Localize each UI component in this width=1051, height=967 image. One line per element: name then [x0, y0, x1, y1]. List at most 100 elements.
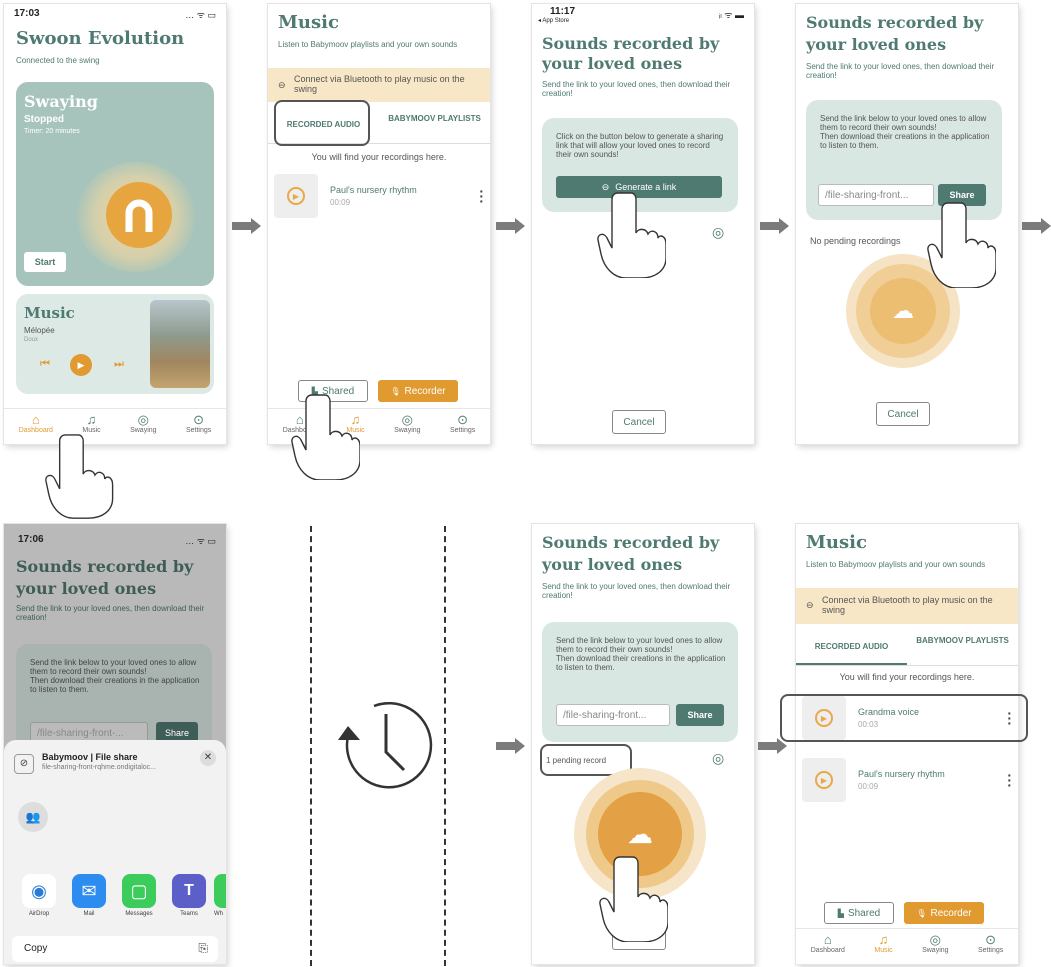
bluetooth-text: Connect via Bluetooth to play music on t… [294, 74, 465, 94]
app-title: Swoon Evolution [16, 28, 185, 49]
tap-hand-icon [291, 394, 360, 480]
next-icon[interactable]: ⏭ [114, 358, 124, 371]
tab-dashboard[interactable]: ⌂ Dashboard [811, 933, 845, 955]
music-card[interactable]: Music Mélopée Doux ⏮ ▶ ⏭ [16, 294, 214, 394]
tab-recorded-audio[interactable]: RECORDED AUDIO [796, 628, 907, 665]
info-panel: Send the link below to your loved ones t… [542, 622, 738, 742]
battery-icon: … ᯤ ▭ [185, 536, 216, 546]
more-icon[interactable]: · · · [1007, 768, 1012, 792]
page-title: Sounds recorded by your loved ones [16, 557, 194, 598]
highlight-box [274, 100, 370, 146]
mic-icon: 🎙 [390, 386, 401, 396]
page-title: Sounds recorded by your loved ones [542, 34, 720, 73]
app-store-back[interactable]: ◂ App Store [538, 17, 569, 24]
tab-swaying[interactable]: ◎ Swaying [394, 412, 420, 435]
shared-button[interactable]: ▙ Shared [824, 902, 894, 924]
music-note-icon: ♫ [86, 412, 97, 427]
flow-arrow [496, 218, 525, 234]
tab-settings[interactable]: ⊙ Settings [449, 413, 476, 435]
app-label: Wh [214, 911, 223, 917]
tab-babymoov-playlists[interactable]: BABYMOOV PLAYLISTS [907, 628, 1018, 665]
contact-avatar[interactable]: 👥 [18, 802, 48, 832]
tab-swaying[interactable]: ◎ Swaying [922, 932, 948, 955]
recorder-button[interactable]: 🎙 Recorder [378, 380, 458, 402]
recording-name: Paul's nursery rhythm [858, 769, 945, 779]
music-card-title: Music [24, 304, 75, 322]
swing-tab-icon: ◎ [137, 412, 149, 427]
file-icon: ▙ [837, 908, 844, 918]
swing-icon [106, 182, 172, 248]
app-airdrop[interactable]: ◉ AirDrop [14, 874, 64, 917]
recording-item[interactable]: ▶ Paul's nursery rhythm 00:09 · · · [802, 758, 1012, 802]
music-tabs: RECORDED AUDIO BABYMOOV PLAYLISTS [796, 628, 1018, 666]
app-teams[interactable]: T Teams [164, 874, 214, 917]
divider-line [444, 526, 446, 966]
play-icon[interactable]: ▶ [274, 174, 318, 218]
recording-item[interactable]: ▶ Paul's nursery rhythm 00:09 · · · [274, 174, 484, 218]
waiting-clock-icon [338, 701, 433, 789]
airdrop-icon: ◉ [22, 874, 56, 908]
tab-swaying[interactable]: ◎ Swaying [130, 412, 156, 435]
page-subtitle: Send the link to your loved ones, then d… [16, 604, 205, 622]
status-time: 17:06 [18, 534, 44, 545]
flow-arrow [232, 218, 261, 234]
share-button[interactable]: Share [676, 704, 724, 726]
recordings-hint: You will find your recordings here. [311, 152, 447, 162]
tab-settings[interactable]: ⊙ Settings [185, 412, 212, 435]
home-icon: ⌂ [31, 412, 40, 427]
recording-name: Paul's nursery rhythm [330, 185, 417, 195]
sheet-url: file-sharing-front-rqhme.ondigitaloc... [42, 764, 156, 771]
share-link-input[interactable]: /file-sharing-front... [556, 704, 670, 726]
app-mail[interactable]: ✉ Mail [64, 874, 114, 917]
swing-tab-icon: ◎ [929, 932, 941, 947]
cancel-button[interactable]: Cancel [876, 402, 930, 426]
sheet-title: Babymoov | File share [42, 752, 138, 762]
status-time: 17:03 [14, 8, 40, 19]
tab-label: Settings [185, 427, 212, 434]
tab-label: Settings [449, 427, 476, 434]
bluetooth-banner[interactable]: ⊖ Connect via Bluetooth to play music on… [796, 588, 1018, 624]
music-note-icon: ♫ [878, 932, 889, 947]
cancel-button[interactable]: Cancel [612, 410, 666, 434]
recorder-button[interactable]: 🎙 Recorder [904, 902, 984, 924]
swaying-card[interactable]: Swaying Stopped Timer: 20 minutes Start [16, 82, 214, 286]
page-subtitle: Send the link to your loved ones, then d… [542, 80, 731, 98]
prev-icon[interactable]: ⏮ [40, 358, 50, 371]
recording-duration: 00:09 [858, 782, 879, 791]
battery-icon: ᵢₗ ᯤ ▬ [718, 10, 744, 20]
bluetooth-banner[interactable]: ⊖ Connect via Bluetooth to play music on… [268, 68, 490, 102]
close-icon[interactable]: ✕ [200, 750, 216, 766]
copy-row[interactable]: Copy ⎘ [12, 936, 218, 962]
status-time: 11:17 [550, 6, 576, 17]
settings-icon: ⊙ [193, 412, 205, 427]
link-icon: ⊖ [806, 600, 814, 610]
panel-text: Send the link below to your loved ones t… [820, 114, 990, 150]
whatsapp-icon [214, 874, 226, 908]
screen-music: Music Listen to Babymoov playlists and y… [268, 4, 490, 444]
swing-tab-icon: ◎ [401, 412, 413, 427]
bluetooth-text: Connect via Bluetooth to play music on t… [822, 595, 993, 615]
timer-label: Timer: 20 minutes [24, 128, 80, 135]
info-panel: Send the link below to your loved ones t… [16, 644, 212, 754]
play-icon[interactable]: ▶ [802, 758, 846, 802]
shared-label: Shared [847, 907, 881, 919]
recording-duration: 00:09 [330, 198, 351, 207]
more-icon[interactable]: · · · [479, 184, 484, 208]
refresh-icon[interactable]: ◎ [712, 750, 724, 767]
flow-arrow [1022, 218, 1051, 234]
app-whatsapp[interactable]: Wh [214, 874, 226, 917]
start-button[interactable]: Start [24, 252, 66, 272]
share-sheet: ⊘ Babymoov | File share file-sharing-fro… [4, 740, 226, 964]
swaying-title: Swaying [24, 92, 98, 111]
mic-icon: 🎙 [916, 908, 927, 918]
screen-music-updated: Music Listen to Babymoov playlists and y… [796, 524, 1018, 964]
share-link-input[interactable]: /file-sharing-front... [818, 184, 934, 206]
tab-babymoov-playlists[interactable]: BABYMOOV PLAYLISTS [379, 106, 490, 143]
flow-arrow [760, 218, 789, 234]
play-button[interactable]: ▶ [70, 354, 92, 376]
page-subtitle: Listen to Babymoov playlists and your ow… [806, 560, 986, 569]
tab-settings[interactable]: ⊙ Settings [978, 933, 1003, 955]
tab-music[interactable]: ♫ Music [874, 932, 892, 955]
app-messages[interactable]: ▢ Messages [114, 874, 164, 917]
refresh-icon[interactable]: ◎ [712, 224, 724, 241]
